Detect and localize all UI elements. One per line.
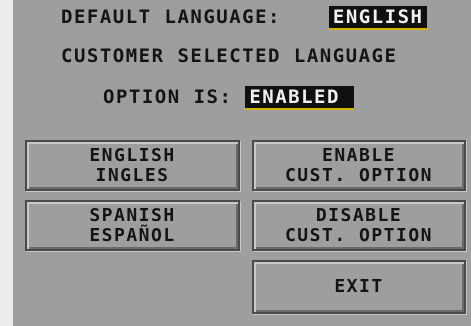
enable-cust-option-label: CUST. OPTION [284, 164, 434, 186]
default-language-line: DEFAULT LANGUAGE: ENGLISH [61, 6, 428, 30]
espanol-button-label: ESPAÑOL [89, 224, 176, 246]
spanish-button[interactable]: SPANISH ESPAÑOL [25, 200, 240, 251]
exit-button[interactable]: EXIT [252, 260, 466, 314]
option-is-value: ENABLED [245, 86, 354, 110]
atm-screen: DEFAULT LANGUAGE: ENGLISH CUSTOMER SELEC… [13, 0, 471, 326]
default-language-label: DEFAULT LANGUAGE: [61, 6, 281, 28]
spanish-button-label: SPANISH [89, 204, 176, 226]
enable-button-label: ENABLE [321, 144, 397, 166]
enable-cust-option-button[interactable]: ENABLE CUST. OPTION [252, 140, 466, 191]
disable-cust-option-button[interactable]: DISABLE CUST. OPTION [252, 200, 466, 251]
english-button-label: ENGLISH [89, 144, 176, 166]
exit-button-label: EXIT [334, 276, 384, 297]
default-language-value: ENGLISH [328, 6, 428, 30]
option-is-label: OPTION IS: [103, 86, 233, 108]
ingles-button-label: INGLES [95, 164, 170, 186]
customer-selected-language-label: CUSTOMER SELECTED LANGUAGE [61, 45, 398, 67]
english-button[interactable]: ENGLISH INGLES [25, 140, 240, 191]
option-status-line: OPTION IS: ENABLED [103, 86, 354, 110]
disable-button-label: DISABLE [315, 204, 403, 226]
disable-cust-option-label: CUST. OPTION [284, 224, 434, 246]
